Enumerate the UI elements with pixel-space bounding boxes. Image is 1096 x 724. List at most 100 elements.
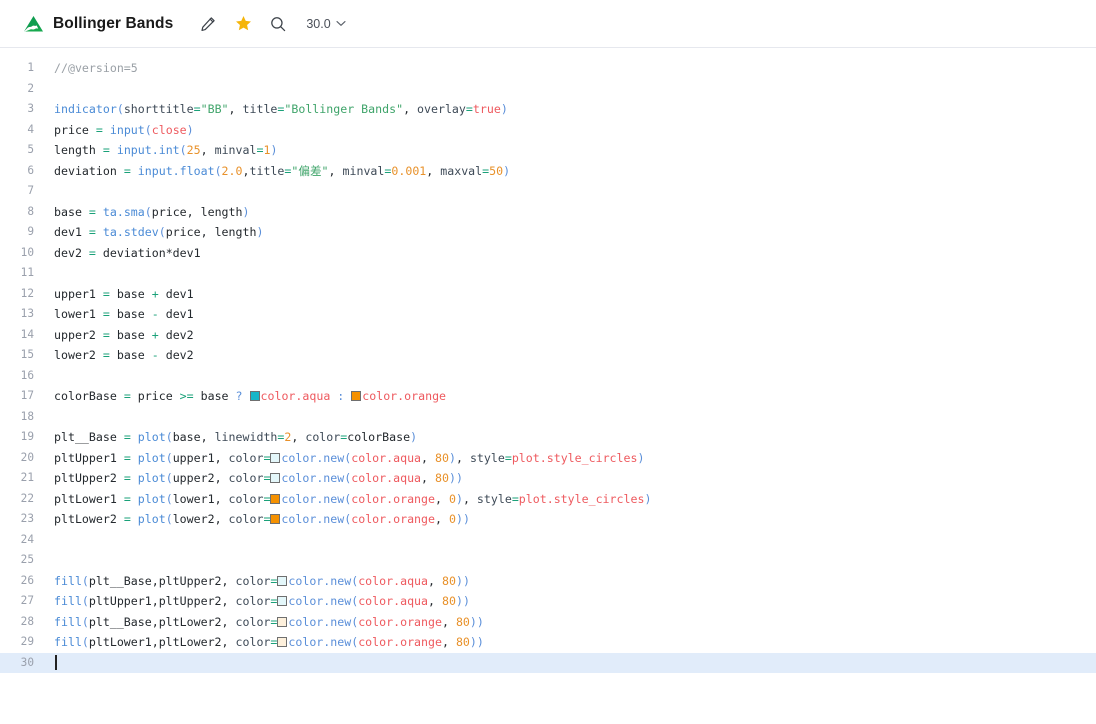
code-line-content[interactable]: pltUpper2 = plot(upper2, color= color.new… <box>46 468 1096 489</box>
color-swatch[interactable] <box>270 514 281 524</box>
code-token: lower2 <box>54 348 96 362</box>
code-line[interactable]: 22 pltLower1 = plot(lower1, color= color.n… <box>0 489 1096 510</box>
code-line[interactable]: 27 fill(pltUpper1,pltUpper2, color= color.… <box>0 591 1096 612</box>
code-token: pltUpper2 <box>54 471 117 485</box>
line-number: 10 <box>20 245 34 259</box>
color-swatch[interactable] <box>249 391 260 401</box>
code-token: color.aqua <box>260 389 331 403</box>
code-line[interactable]: 16 <box>0 366 1096 387</box>
code-token: color <box>235 594 271 608</box>
color-swatch[interactable] <box>270 473 281 483</box>
code-line[interactable]: 1 //@version=5 <box>0 58 1096 79</box>
code-line[interactable]: 19 plt__Base = plot(base, linewidth=2, co… <box>0 427 1096 448</box>
code-line-content[interactable]: fill(plt__Base,pltLower2, color= color.ne… <box>46 612 1096 633</box>
code-token: dev2 <box>158 348 194 362</box>
code-token: color.orange <box>351 512 435 526</box>
code-token: base <box>109 307 152 321</box>
code-line-content[interactable]: fill(plt__Base,pltUpper2, color= color.ne… <box>46 571 1096 592</box>
code-line-content[interactable] <box>46 653 1096 674</box>
code-line[interactable]: 14 upper2 = base + dev2 <box>0 325 1096 346</box>
code-line-content[interactable]: dev1 = ta.stdev(price, length) <box>46 222 1096 243</box>
code-token: ) <box>469 614 477 629</box>
code-line[interactable]: 9 dev1 = ta.stdev(price, length) <box>0 222 1096 243</box>
code-token: ) <box>476 635 484 649</box>
code-token: price <box>54 122 89 137</box>
line-number: 14 <box>20 327 34 341</box>
code-line[interactable]: 25 <box>0 550 1096 571</box>
code-token: ) <box>637 450 645 465</box>
code-token: color.aqua <box>351 471 422 485</box>
code-line[interactable]: 18 <box>0 407 1096 428</box>
code-token: , <box>200 143 215 157</box>
code-line-content[interactable]: lower1 = base - dev1 <box>46 304 1096 325</box>
code-token: ? <box>235 389 243 403</box>
code-line-content[interactable]: pltUpper1 = plot(upper1, color= color.new… <box>46 448 1096 469</box>
code-token: input.int <box>116 143 180 157</box>
code-line[interactable]: 20 pltUpper1 = plot(upper1, color= color.n… <box>0 448 1096 469</box>
line-number: 25 <box>20 553 34 566</box>
code-token: base <box>193 389 236 403</box>
code-line[interactable]: 11 <box>0 263 1096 284</box>
code-line-content[interactable]: colorBase = price >= base ? color.aqua :… <box>46 386 1096 407</box>
code-line[interactable]: 28 fill(plt__Base,pltLower2, color= color.… <box>0 612 1096 633</box>
code-line-content[interactable]: //@version=5 <box>46 58 1096 79</box>
code-line[interactable]: 23 pltLower2 = plot(lower2, color= color.n… <box>0 509 1096 530</box>
code-line[interactable]: 15 lower2 = base - dev2 <box>0 345 1096 366</box>
code-line-content[interactable]: lower2 = base - dev2 <box>46 345 1096 366</box>
code-line-content[interactable]: fill(pltLower1,pltLower2, color= color.ne… <box>46 632 1096 653</box>
pencil-icon[interactable] <box>195 11 221 37</box>
code-line-content[interactable]: indicator(shorttitle="BB", title="Bollin… <box>46 99 1096 120</box>
code-token: input.float <box>137 163 215 178</box>
code-line[interactable]: 26 fill(plt__Base,pltUpper2, color= color.… <box>0 571 1096 592</box>
editor-header: Bollinger Bands 30.0 <box>0 0 1096 48</box>
code-token: ( <box>81 573 89 588</box>
code-line-content[interactable]: price = input(close) <box>46 120 1096 141</box>
code-line[interactable]: 7 <box>0 181 1096 202</box>
code-token: linewidth <box>214 430 278 444</box>
code-line[interactable]: 24 <box>0 530 1096 551</box>
code-line-content[interactable]: upper1 = base + dev1 <box>46 284 1096 305</box>
code-line-content[interactable]: dev2 = deviation*dev1 <box>46 243 1096 264</box>
code-line[interactable]: 10 dev2 = deviation*dev1 <box>0 243 1096 264</box>
color-swatch[interactable] <box>351 391 362 401</box>
search-icon[interactable] <box>265 11 291 37</box>
code-lines-container[interactable]: 1//@version=5 2 3 indicator(shorttitle="BB"… <box>0 58 1096 673</box>
code-line[interactable]: 29 fill(pltLower1,pltLower2, color= color.… <box>0 632 1096 653</box>
code-token: = <box>102 307 110 321</box>
color-swatch[interactable] <box>270 452 281 463</box>
code-line-content[interactable]: base = ta.sma(price, length) <box>46 202 1096 223</box>
code-editor[interactable]: 1//@version=5 2 3 indicator(shorttitle="BB"… <box>0 48 1096 724</box>
code-line[interactable]: 13 lower1 = base - dev1 <box>0 304 1096 325</box>
code-line[interactable]: 6 deviation = input.float(2.0,title="偏差",… <box>0 161 1096 182</box>
code-line[interactable]: 30 <box>0 652 1096 674</box>
code-line[interactable]: 2 <box>0 79 1096 100</box>
color-swatch[interactable] <box>277 575 288 586</box>
color-swatch[interactable] <box>270 493 281 504</box>
code-token: fill <box>54 594 82 608</box>
code-line-content[interactable]: pltLower2 = plot(lower2, color= color.new… <box>46 509 1096 530</box>
star-icon[interactable] <box>230 11 256 37</box>
version-selector[interactable]: 30.0 <box>306 17 346 31</box>
code-line[interactable]: 21 pltUpper2 = plot(upper2, color= color.n… <box>0 468 1096 489</box>
code-line-content[interactable]: pltLower1 = plot(lower1, color= color.new… <box>46 489 1096 510</box>
line-number: 6 <box>27 163 34 177</box>
code-line-content[interactable]: upper2 = base + dev2 <box>46 325 1096 346</box>
code-token: ta.stdev <box>102 225 159 239</box>
code-line[interactable]: 4 price = input(close) <box>0 120 1096 141</box>
color-swatch[interactable] <box>277 616 288 627</box>
code-line-content[interactable]: length = input.int(25, minval=1) <box>46 140 1096 161</box>
code-line[interactable]: 17 colorBase = price >= base ? color.aqua… <box>0 386 1096 407</box>
code-line[interactable]: 8 base = ta.sma(price, length) <box>0 202 1096 223</box>
code-line-content[interactable]: fill(pltUpper1,pltUpper2, color= color.ne… <box>46 591 1096 612</box>
code-line[interactable]: 3 indicator(shorttitle="BB", title="Bolli… <box>0 99 1096 120</box>
color-swatch[interactable] <box>277 596 288 606</box>
code-token: + <box>151 286 159 301</box>
code-line-content[interactable]: plt__Base = plot(base, linewidth=2, colo… <box>46 427 1096 448</box>
code-line[interactable]: 5 length = input.int(25, minval=1) <box>0 140 1096 161</box>
code-line-content[interactable]: deviation = input.float(2.0,title="偏差", … <box>46 161 1096 182</box>
color-swatch[interactable] <box>277 637 288 647</box>
code-line[interactable]: 12 upper1 = base + dev1 <box>0 284 1096 305</box>
